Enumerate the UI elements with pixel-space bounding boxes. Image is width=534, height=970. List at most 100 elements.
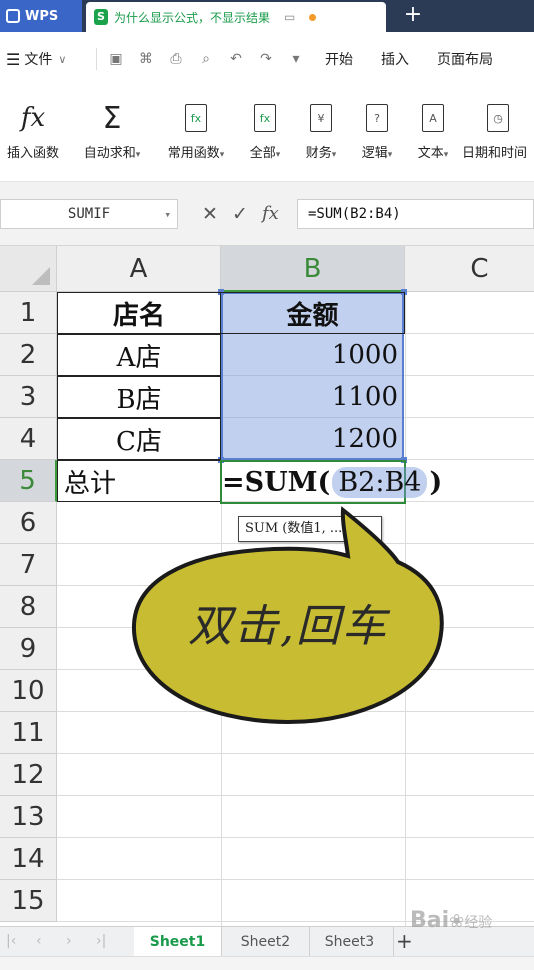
tab-page-layout[interactable]: 页面布局 (423, 49, 507, 69)
tab-insert[interactable]: 插入 (367, 49, 423, 69)
text-book-icon: A (408, 100, 458, 136)
last-sheet-icon[interactable]: ›| (96, 933, 106, 949)
app-name: WPS (25, 8, 59, 24)
cell-a1[interactable]: 店名 (57, 292, 221, 334)
prev-sheet-icon[interactable]: ‹ (36, 933, 42, 949)
cell-b3[interactable]: 1100 (221, 376, 404, 418)
star-function-icon: fx (160, 100, 232, 136)
formula-prefix: =SUM( (222, 466, 331, 498)
row-gridline (57, 753, 534, 754)
tab-start[interactable]: 开始 (311, 49, 367, 69)
title-bar: WPS S 为什么显示公式，不显示结果 ▭ + (0, 0, 534, 32)
divider (96, 48, 97, 70)
cell-b5-formula[interactable]: =SUM(B2:B4) (222, 460, 442, 504)
row-header-4[interactable]: 4 (0, 418, 57, 460)
column-header-a[interactable]: A (57, 246, 221, 292)
format-painter-icon[interactable]: ⌘ (131, 51, 161, 67)
row-header-7[interactable]: 7 (0, 544, 57, 586)
next-sheet-icon[interactable]: › (66, 933, 72, 949)
new-tab-button[interactable]: + (398, 0, 428, 32)
menu-bar: ☰ 文件 ∨ ▣ ⌘ ⎙ ⌕ ↶ ↷ ▾ 开始 插入 页面布局 (0, 32, 534, 86)
file-menu-label: 文件 (24, 52, 53, 68)
row-header-3[interactable]: 3 (0, 376, 57, 418)
document-title: 为什么显示公式，不显示结果 (114, 10, 271, 25)
cancel-icon[interactable]: ✕ (202, 199, 218, 229)
row-header-12[interactable]: 12 (0, 754, 57, 796)
cell-b1[interactable]: 金额 (220, 292, 405, 334)
dropdown-arrow-icon: ▾ (275, 150, 281, 160)
baidu-watermark: Bai❀经验 (410, 908, 492, 933)
row-header-11[interactable]: 11 (0, 712, 57, 754)
insert-function-button[interactable]: fx 插入函数 (2, 100, 64, 161)
function-book-icon: fx (240, 100, 290, 136)
row-header-1[interactable]: 1 (0, 292, 57, 334)
select-all-corner[interactable] (0, 246, 57, 292)
financial-functions-button[interactable]: ¥ 财务▾ (296, 100, 346, 161)
ribbon-toolbar: fx 插入函数 Σ 自动求和▾ fx 常用函数▾ fx 全部▾ ¥ 财务▾ ? … (0, 86, 534, 182)
clock-book-icon: ◷ (462, 100, 534, 136)
row-header-9[interactable]: 9 (0, 628, 57, 670)
print-preview-icon[interactable]: ⌕ (191, 51, 221, 67)
sheet-tab-sheet3[interactable]: Sheet3 (306, 927, 394, 957)
undo-icon[interactable]: ↶ (221, 51, 251, 67)
fx-icon: fx (20, 103, 46, 133)
text-functions-button[interactable]: A 文本▾ (408, 100, 458, 161)
fx-icon[interactable]: fx (262, 199, 279, 229)
customize-chevron-icon[interactable]: ▾ (281, 51, 311, 67)
row-gridline (57, 795, 534, 796)
triangle-icon (32, 267, 50, 285)
file-menu[interactable]: ☰ 文件 ∨ (0, 49, 92, 69)
row-gridline (57, 837, 534, 838)
formula-suffix: ) (429, 466, 443, 498)
row-header-15[interactable]: 15 (0, 880, 57, 922)
monitor-icon[interactable]: ▭ (284, 10, 295, 24)
hamburger-icon: ☰ (6, 49, 21, 69)
logical-label: 逻辑 (361, 146, 388, 161)
watermark-brand-suffix: 经验 (464, 915, 493, 931)
row-header-10[interactable]: 10 (0, 670, 57, 712)
text-label: 文本 (417, 146, 444, 161)
row-header-5[interactable]: 5 (0, 460, 57, 502)
print-icon[interactable]: ⎙ (161, 51, 191, 67)
formula-bar: SUMIF ▾ ✕ ✓ fx =SUM(B2:B4) (0, 182, 534, 246)
autosum-button[interactable]: Σ 自动求和▾ (76, 100, 148, 162)
save-icon[interactable]: ▣ (101, 51, 131, 67)
sigma-icon: Σ (102, 100, 122, 136)
cell-a4[interactable]: C店 (57, 418, 221, 460)
wps-home-tab[interactable]: WPS (0, 0, 82, 32)
cell-a3[interactable]: B店 (57, 376, 221, 418)
row-gridline (57, 879, 534, 880)
first-sheet-icon[interactable]: |‹ (6, 933, 16, 949)
row-header-8[interactable]: 8 (0, 586, 57, 628)
row-header-13[interactable]: 13 (0, 796, 57, 838)
name-box[interactable]: SUMIF ▾ (0, 199, 178, 229)
dropdown-arrow-icon: ▾ (387, 150, 393, 160)
confirm-icon[interactable]: ✓ (232, 199, 248, 229)
common-functions-button[interactable]: fx 常用函数▾ (160, 100, 232, 161)
formula-input[interactable]: =SUM(B2:B4) (297, 199, 534, 229)
row-header-6[interactable]: 6 (0, 502, 57, 544)
all-functions-button[interactable]: fx 全部▾ (240, 100, 290, 161)
cell-a2[interactable]: A店 (57, 334, 221, 376)
date-time-label: 日期和时间 (462, 146, 528, 161)
column-header-b[interactable]: B (221, 246, 405, 292)
redo-icon[interactable]: ↷ (251, 51, 281, 67)
row-header-2[interactable]: 2 (0, 334, 57, 376)
sheet-tab-sheet2[interactable]: Sheet2 (222, 927, 310, 957)
spreadsheet-icon: S (94, 9, 108, 25)
cell-a5[interactable]: 总计 (57, 460, 221, 502)
yen-book-icon: ¥ (296, 100, 346, 136)
logical-functions-button[interactable]: ? 逻辑▾ (352, 100, 402, 161)
unsaved-dot-icon (309, 13, 317, 21)
sheet-tab-sheet1[interactable]: Sheet1 (134, 927, 222, 957)
cell-b2[interactable]: 1000 (221, 334, 404, 376)
date-time-functions-button[interactable]: ◷ 日期和时间 (462, 100, 534, 161)
column-header-c[interactable]: C (405, 246, 534, 292)
financial-label: 财务 (305, 146, 332, 161)
cell-b4[interactable]: 1200 (221, 418, 404, 460)
dropdown-arrow-icon: ▾ (135, 150, 141, 160)
document-tab[interactable]: S 为什么显示公式，不显示结果 ▭ (86, 2, 386, 32)
status-bar (0, 956, 534, 970)
all-functions-label: 全部 (249, 146, 276, 161)
row-header-14[interactable]: 14 (0, 838, 57, 880)
